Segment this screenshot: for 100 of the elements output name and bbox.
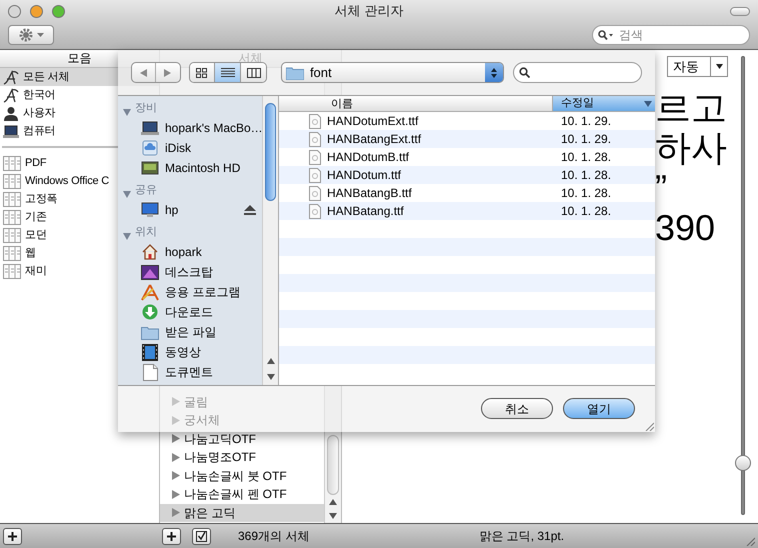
collection-item[interactable]: 재미: [0, 262, 159, 280]
scrollbar-thumb[interactable]: [265, 103, 276, 201]
left-arrow-icon: [140, 68, 148, 76]
preview-text: ”: [655, 167, 668, 207]
file-name[interactable]: HANDotumExt.ttf: [327, 112, 561, 130]
preview-text: 하사: [655, 127, 728, 167]
document-icon: [309, 204, 321, 218]
sidebar-heading: 장비: [135, 100, 157, 116]
collection-icon: [3, 174, 21, 188]
download-icon: [142, 304, 158, 320]
sidebar-item[interactable]: 다운로드: [118, 302, 262, 322]
collection-icon: [3, 246, 21, 260]
collection-item[interactable]: PDF: [0, 154, 159, 172]
search-field[interactable]: 검색: [592, 25, 750, 45]
collection-icon: [3, 210, 21, 224]
cancel-button[interactable]: 취소: [481, 398, 553, 419]
slider-thumb[interactable]: [735, 454, 751, 471]
size-slider[interactable]: [735, 56, 751, 515]
view-mode-button[interactable]: [240, 63, 266, 82]
open-button[interactable]: 열기: [563, 398, 635, 419]
size-menu[interactable]: 자동: [667, 56, 728, 77]
window-title: 서체 관리자: [334, 2, 404, 20]
column-header[interactable]: 수정일: [552, 96, 655, 111]
font-icon: [3, 88, 19, 102]
file-name[interactable]: HANDotum.ttf: [327, 166, 561, 184]
down-arrow-icon: [266, 374, 274, 380]
sidebar-heading: 위치: [135, 224, 157, 240]
resize-grip-icon: [746, 536, 755, 546]
laptop-icon: [3, 124, 19, 138]
font-item[interactable]: 나눔고딕OTF: [160, 430, 324, 448]
plus-icon: [8, 532, 17, 540]
enable-font-button[interactable]: [192, 528, 211, 544]
view-mode-control[interactable]: [188, 62, 267, 83]
toolbar-toggle-button[interactable]: [730, 6, 750, 16]
collection-icon: [3, 228, 21, 242]
font-item[interactable]: 나눔손글씨 붓 OTF: [160, 466, 324, 485]
file-date: 10. 1. 28.: [561, 149, 612, 166]
font-item[interactable]: 맑은 고딕: [160, 504, 324, 522]
file-name[interactable]: HANDotumB.ttf: [327, 148, 561, 166]
search-field[interactable]: [513, 62, 642, 83]
file-name[interactable]: HANBatangB.ttf: [327, 184, 561, 202]
file-date: 10. 1. 28.: [561, 167, 612, 184]
monitor-icon: [141, 202, 159, 218]
minimize-button[interactable]: [30, 4, 43, 18]
file-name[interactable]: HANBatangExt.ttf: [327, 130, 561, 148]
file-name[interactable]: HANBatang.ttf: [327, 202, 561, 220]
film-icon: [142, 344, 158, 360]
desktop-icon: [141, 264, 159, 280]
font-item[interactable]: 나눔명조OTF: [160, 448, 324, 466]
folder-icon: [286, 66, 304, 80]
action-menu-button[interactable]: [8, 25, 54, 45]
view-mode-button[interactable]: [190, 63, 214, 82]
font-icon: [3, 70, 19, 84]
path-menu[interactable]: font: [280, 62, 504, 83]
document-icon: [142, 364, 158, 380]
scrollbar[interactable]: [262, 96, 278, 385]
plus-icon: [167, 532, 176, 540]
zoom-button[interactable]: [52, 4, 65, 18]
resize-grip-icon: [645, 422, 654, 431]
up-down-arrows-icon: [491, 68, 498, 78]
person-icon: [3, 106, 19, 120]
pencil-ruler-icon: [141, 284, 159, 300]
sidebar-item[interactable]: 응용 프로그램: [118, 282, 262, 302]
collection-item[interactable]: 웹: [0, 244, 159, 262]
right-arrow-icon: [164, 68, 172, 76]
column-view-icon: [246, 68, 261, 78]
laptop-icon: [141, 121, 159, 135]
column-header[interactable]: 이름: [279, 96, 552, 111]
collection-icon: [3, 264, 21, 278]
sidebar-item[interactable]: 동영상: [118, 342, 262, 362]
up-arrow-icon: [266, 358, 274, 364]
file-date: 10. 1. 28.: [561, 203, 612, 220]
up-arrow-icon: [329, 499, 337, 505]
sidebar-heading: 공유: [135, 182, 157, 198]
collection-icon: [3, 156, 21, 170]
sidebar-item[interactable]: 받은 파일: [118, 322, 262, 342]
caret-icon: [36, 33, 44, 37]
file-date: 10. 1. 28.: [561, 185, 612, 202]
sort-arrow-icon: [644, 100, 652, 106]
checkbox-icon: [196, 530, 207, 542]
add-collection-button[interactable]: [3, 528, 22, 544]
collection-item[interactable]: 컴퓨터: [0, 122, 159, 140]
gear-icon: [18, 28, 32, 42]
search-icon: [519, 67, 530, 78]
list-view-icon: [220, 68, 235, 77]
search-icon: [598, 30, 614, 40]
sidebar-item[interactable]: 도큐멘트: [118, 362, 262, 382]
preview-text: 르고: [655, 87, 728, 127]
preview-text: 390: [655, 207, 716, 247]
file-date: 10. 1. 29.: [561, 113, 612, 130]
selection-info: 맑은 고딕, 31pt.: [479, 528, 564, 545]
add-font-button[interactable]: [162, 528, 181, 544]
down-arrow-icon: [329, 513, 337, 519]
caret-icon: [716, 64, 722, 69]
collection-icon: [3, 192, 21, 206]
scrollbar-thumb[interactable]: [327, 435, 339, 495]
font-count: 369개의 서체: [238, 528, 310, 545]
font-item[interactable]: 나눔손글씨 펜 OTF: [160, 485, 324, 504]
folder-icon: [141, 324, 159, 340]
view-mode-button[interactable]: [214, 63, 240, 82]
